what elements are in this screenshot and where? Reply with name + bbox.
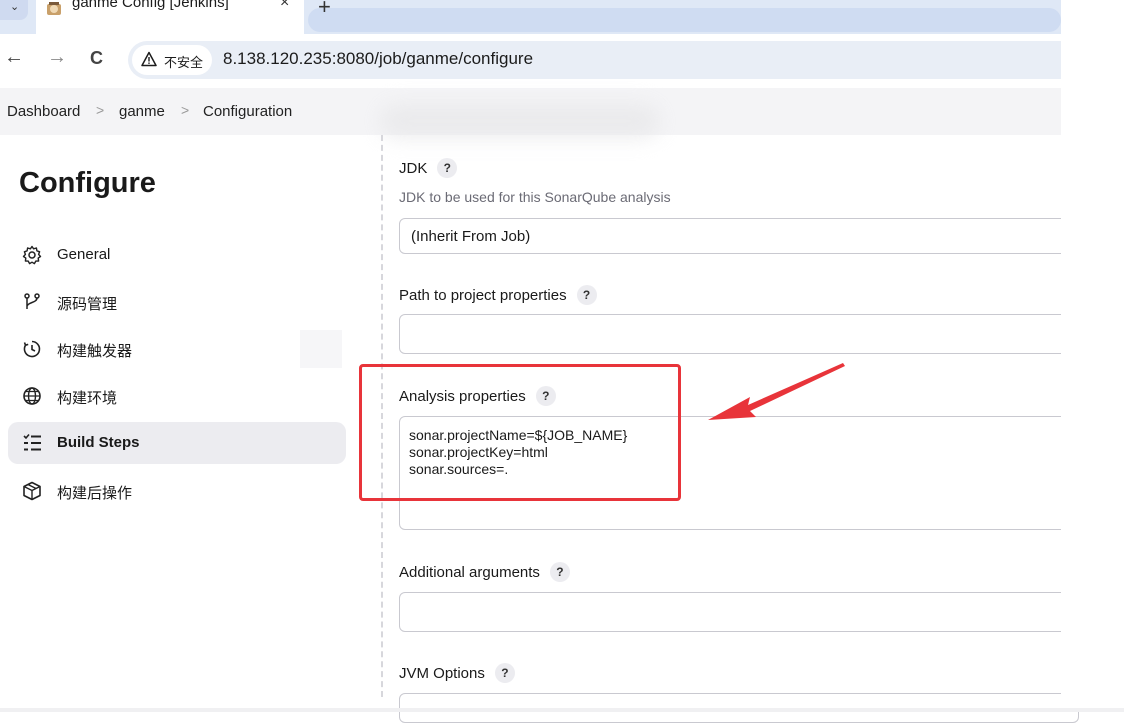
blurred-overlay xyxy=(380,104,660,138)
breadcrumb-dashboard[interactable]: Dashboard xyxy=(7,103,80,120)
tab-close-icon[interactable]: × xyxy=(280,0,289,12)
sidebar-item-environment[interactable]: 构建环境 xyxy=(8,375,346,417)
sidebar-item-source[interactable]: 源码管理 xyxy=(8,281,346,323)
security-label: 不安全 xyxy=(164,55,204,70)
path-properties-input[interactable] xyxy=(399,314,1079,354)
sidebar-item-label: 构建后操作 xyxy=(57,485,133,502)
jdk-label-text: JDK xyxy=(399,159,428,177)
jvm-options-label: JVM Options? xyxy=(399,663,515,684)
sidebar-item-label: 构建环境 xyxy=(57,390,118,407)
security-chip[interactable]: 不安全 xyxy=(132,45,212,75)
help-icon[interactable]: ? xyxy=(549,562,570,582)
source-branch-icon xyxy=(24,293,40,309)
sidebar-item-build-steps[interactable]: Build Steps xyxy=(8,422,346,464)
annotation-highlight-box xyxy=(359,364,681,501)
browser-tab[interactable]: ganme Config [Jenkins] × xyxy=(36,0,304,34)
breadcrumb-separator-icon: > xyxy=(181,102,190,118)
breadcrumb-separator-icon: > xyxy=(96,102,105,118)
tab-search-button[interactable]: ⌄ xyxy=(0,0,28,20)
breadcrumb-configuration[interactable]: Configuration xyxy=(203,103,292,120)
additional-arguments-label: Additional arguments? xyxy=(399,562,570,583)
browser-toolbar: ← → C 不安全 8.138.120.235:8080/job/ganme/c… xyxy=(0,34,1061,86)
gear-icon xyxy=(22,245,42,265)
globe-icon xyxy=(23,387,41,405)
help-icon[interactable]: ? xyxy=(494,663,515,683)
jdk-select[interactable]: (Inherit From Job) xyxy=(399,218,1079,254)
bottom-edge xyxy=(0,708,1124,712)
sidebar-item-general[interactable]: General xyxy=(8,234,346,276)
sidebar-item-label: 源码管理 xyxy=(57,296,118,313)
new-tab-button[interactable]: + xyxy=(318,0,331,20)
screen-edge-gap xyxy=(1061,0,1124,712)
timer-icon xyxy=(23,340,41,358)
forward-button[interactable]: → xyxy=(47,46,67,69)
jvm-options-label-text: JVM Options xyxy=(399,664,485,682)
back-button[interactable]: ← xyxy=(4,46,24,69)
jdk-select-value: (Inherit From Job) xyxy=(411,228,531,245)
path-properties-label: Path to project properties? xyxy=(399,285,597,306)
url-text[interactable]: 8.138.120.235:8080/job/ganme/configure xyxy=(223,49,533,69)
help-icon[interactable]: ? xyxy=(576,285,597,305)
tab-title: ganme Config [Jenkins] xyxy=(72,0,229,11)
list-icon xyxy=(23,433,41,451)
sidebar-item-post-build[interactable]: 构建后操作 xyxy=(8,470,346,512)
package-icon xyxy=(23,481,41,501)
jenkins-favicon-icon xyxy=(47,2,61,15)
sidebar-item-label: General xyxy=(57,246,111,263)
additional-arguments-input[interactable] xyxy=(399,592,1079,632)
jdk-label: JDK? xyxy=(399,158,458,179)
jdk-description: JDK to be used for this SonarQube analys… xyxy=(399,189,671,205)
warning-triangle-icon xyxy=(141,51,157,67)
tab-strip-fill xyxy=(308,8,1061,32)
additional-arguments-label-text: Additional arguments xyxy=(399,563,540,581)
browser-tab-strip: ⌄ ganme Config [Jenkins] × + xyxy=(0,0,1061,34)
annotation-arrow-icon xyxy=(708,363,845,420)
path-properties-label-text: Path to project properties xyxy=(399,286,567,304)
breadcrumb-job[interactable]: ganme xyxy=(119,103,165,120)
sidebar-item-label: 构建触发器 xyxy=(57,343,133,360)
chevron-down-icon: ⌄ xyxy=(10,1,20,13)
address-bar[interactable]: 不安全 8.138.120.235:8080/job/ganme/configu… xyxy=(128,41,1061,79)
sidebar-item-triggers[interactable]: 构建触发器 xyxy=(8,328,346,370)
reload-button[interactable]: C xyxy=(90,48,103,69)
help-icon[interactable]: ? xyxy=(437,158,458,178)
sidebar-item-label: Build Steps xyxy=(57,434,140,451)
page-title: Configure xyxy=(19,167,156,199)
